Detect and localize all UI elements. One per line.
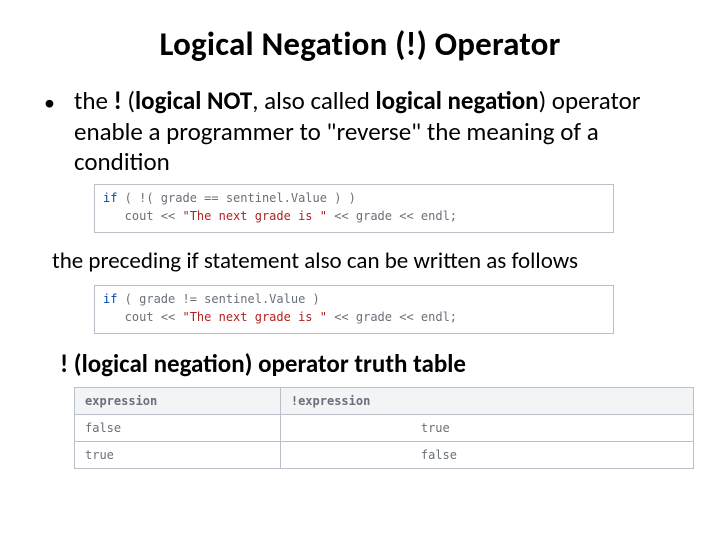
truth-table: expression !expression false true true f…	[74, 387, 694, 469]
truth-table-heading: ! (logical negation) operator truth tabl…	[60, 348, 680, 379]
table-row: false true	[75, 414, 694, 441]
mid-text: the preceding if statement also can be w…	[52, 247, 680, 275]
slide: Logical Negation (!) Operator • the ! (l…	[0, 0, 720, 540]
bullet-item: • the ! (logical NOT, also called logica…	[40, 86, 680, 178]
code-tail: << grade << endl;	[327, 310, 457, 324]
cell-expr: false	[75, 414, 281, 441]
slide-title: Logical Negation (!) Operator	[40, 24, 680, 64]
code-tail: << grade << endl;	[327, 209, 457, 223]
code-line: if ( !( grade == sentinel.Value ) )	[103, 189, 605, 208]
code-line: if ( grade != sentinel.Value )	[103, 290, 605, 309]
code-out: cout <<	[103, 209, 182, 223]
t-bang: !	[114, 85, 122, 116]
code-str: "The next grade is "	[182, 209, 327, 223]
t-also: also called	[264, 85, 375, 116]
code-line: cout << "The next grade is " << grade <<…	[103, 308, 605, 327]
bullet-text: the ! (logical NOT, also called logical …	[74, 86, 680, 178]
kw-if: if	[103, 191, 117, 205]
code-cond: ( grade != sentinel.Value )	[117, 292, 319, 306]
code-block-1: if ( !( grade == sentinel.Value ) ) cout…	[94, 184, 614, 233]
t-lparen: (	[122, 85, 135, 116]
code-out: cout <<	[103, 310, 182, 324]
kw-if: if	[103, 292, 117, 306]
t-negation: logical negation	[376, 85, 539, 116]
t-prefix: the	[74, 85, 114, 116]
th-not-expression: !expression	[280, 387, 693, 414]
code-cond: ( !( grade == sentinel.Value ) )	[117, 191, 355, 205]
th-expression: expression	[75, 387, 281, 414]
cell-notexpr: true	[280, 414, 693, 441]
code-str: "The next grade is "	[182, 310, 327, 324]
t-comma: ,	[252, 85, 264, 116]
t-not: logical NOT	[135, 85, 252, 116]
cell-notexpr: false	[280, 441, 693, 468]
table-header-row: expression !expression	[75, 387, 694, 414]
code-block-2: if ( grade != sentinel.Value ) cout << "…	[94, 285, 614, 334]
cell-expr: true	[75, 441, 281, 468]
table-row: true false	[75, 441, 694, 468]
code-line: cout << "The next grade is " << grade <<…	[103, 207, 605, 226]
bullet-marker: •	[40, 86, 74, 178]
